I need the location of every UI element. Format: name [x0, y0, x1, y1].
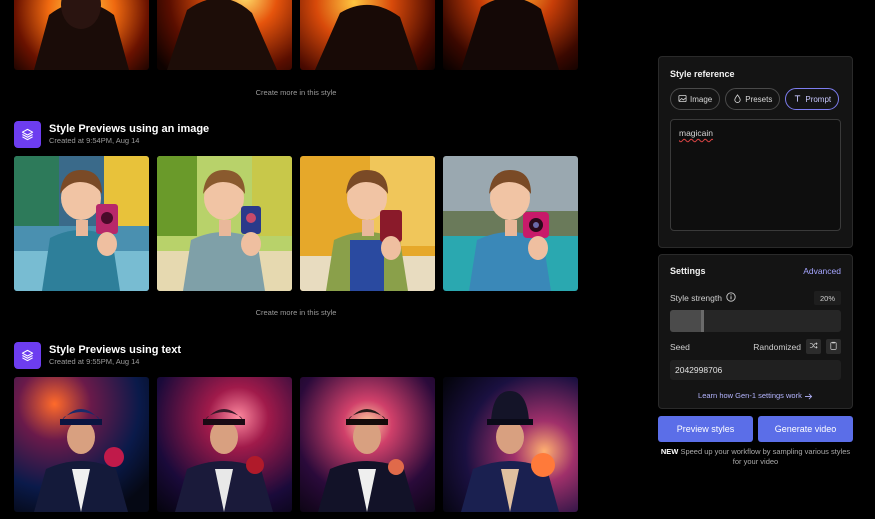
tab-label: Presets [745, 94, 773, 104]
section-title: Style Previews using text [49, 344, 182, 356]
style-strength-label: Style strength [670, 293, 722, 303]
advanced-link[interactable]: Advanced [803, 266, 841, 276]
image-preview-2[interactable] [157, 156, 292, 291]
workflow-tip: NEW Speed up your workflow by sampling v… [658, 447, 853, 467]
text-preview-1[interactable] [14, 377, 149, 512]
text-preview-2[interactable] [157, 377, 292, 512]
fire-preview-4[interactable] [443, 0, 578, 70]
seed-label: Seed [670, 341, 690, 352]
tab-image[interactable]: Image [670, 88, 721, 110]
slider-fill[interactable] [670, 310, 705, 332]
copy-seed-button[interactable] [826, 339, 841, 354]
arrow-right-icon [804, 391, 813, 400]
tip-text: Speed up your workflow by sampling vario… [680, 447, 851, 466]
style-reference-title: Style reference [670, 69, 735, 79]
settings-title: Settings [670, 266, 706, 276]
text-icon [793, 94, 802, 105]
style-reference-tabs: Image Presets Prompt [670, 88, 841, 110]
section-timestamp: Created at 9:54PM, Aug 14 [49, 136, 140, 145]
image-preview-4[interactable] [443, 156, 578, 291]
preview-styles-button[interactable]: Preview styles [658, 416, 753, 442]
section-header-text: Style Previews using text Created at 9:5… [14, 342, 181, 369]
section-header-image: Style Previews using an image Created at… [14, 121, 209, 148]
fire-preview-2[interactable] [157, 0, 292, 70]
style-strength-value: 20% [814, 291, 841, 305]
fire-previews-row [14, 0, 578, 70]
layers-icon [14, 342, 41, 369]
tab-prompt[interactable]: Prompt [785, 88, 840, 110]
text-preview-4[interactable] [443, 377, 578, 512]
tab-presets[interactable]: Presets [725, 88, 781, 110]
info-icon[interactable] [726, 292, 736, 304]
create-more-link-2[interactable]: Create more in this style [14, 308, 578, 317]
tab-label: Prompt [805, 94, 832, 104]
clipboard-icon [829, 341, 838, 352]
prompt-text: magicain [679, 128, 714, 138]
create-more-link-1[interactable]: Create more in this style [14, 88, 578, 97]
learn-settings-link[interactable]: Learn how Gen-1 settings work [670, 391, 841, 400]
text-previews-row [14, 377, 578, 512]
shuffle-button[interactable] [806, 339, 821, 354]
fire-preview-1[interactable] [14, 0, 149, 70]
image-previews-row [14, 156, 578, 291]
image-preview-1[interactable] [14, 156, 149, 291]
randomized-label: Randomized [753, 341, 801, 352]
section-title: Style Previews using an image [49, 123, 210, 135]
image-preview-3[interactable] [300, 156, 435, 291]
style-strength-slider[interactable] [670, 310, 841, 332]
text-preview-3[interactable] [300, 377, 435, 512]
style-gallery: Create more in this style Style Previews… [0, 0, 640, 519]
seed-input[interactable]: 2042998706 [670, 360, 841, 380]
generate-video-button[interactable]: Generate video [758, 416, 853, 442]
prompt-input[interactable]: magicain [670, 119, 841, 231]
learn-link-label: Learn how Gen-1 settings work [698, 391, 802, 400]
shuffle-icon [809, 341, 818, 352]
section-timestamp: Created at 9:55PM, Aug 14 [49, 357, 140, 366]
drop-icon [733, 93, 742, 105]
layers-icon [14, 121, 41, 148]
fire-preview-3[interactable] [300, 0, 435, 70]
settings-panel: Settings Advanced Style strength 20% See… [658, 254, 853, 409]
tab-label: Image [690, 94, 713, 104]
new-badge: NEW [660, 447, 679, 456]
style-reference-panel: Style reference Image Presets Prompt mag… [658, 56, 853, 248]
image-icon [678, 94, 687, 105]
